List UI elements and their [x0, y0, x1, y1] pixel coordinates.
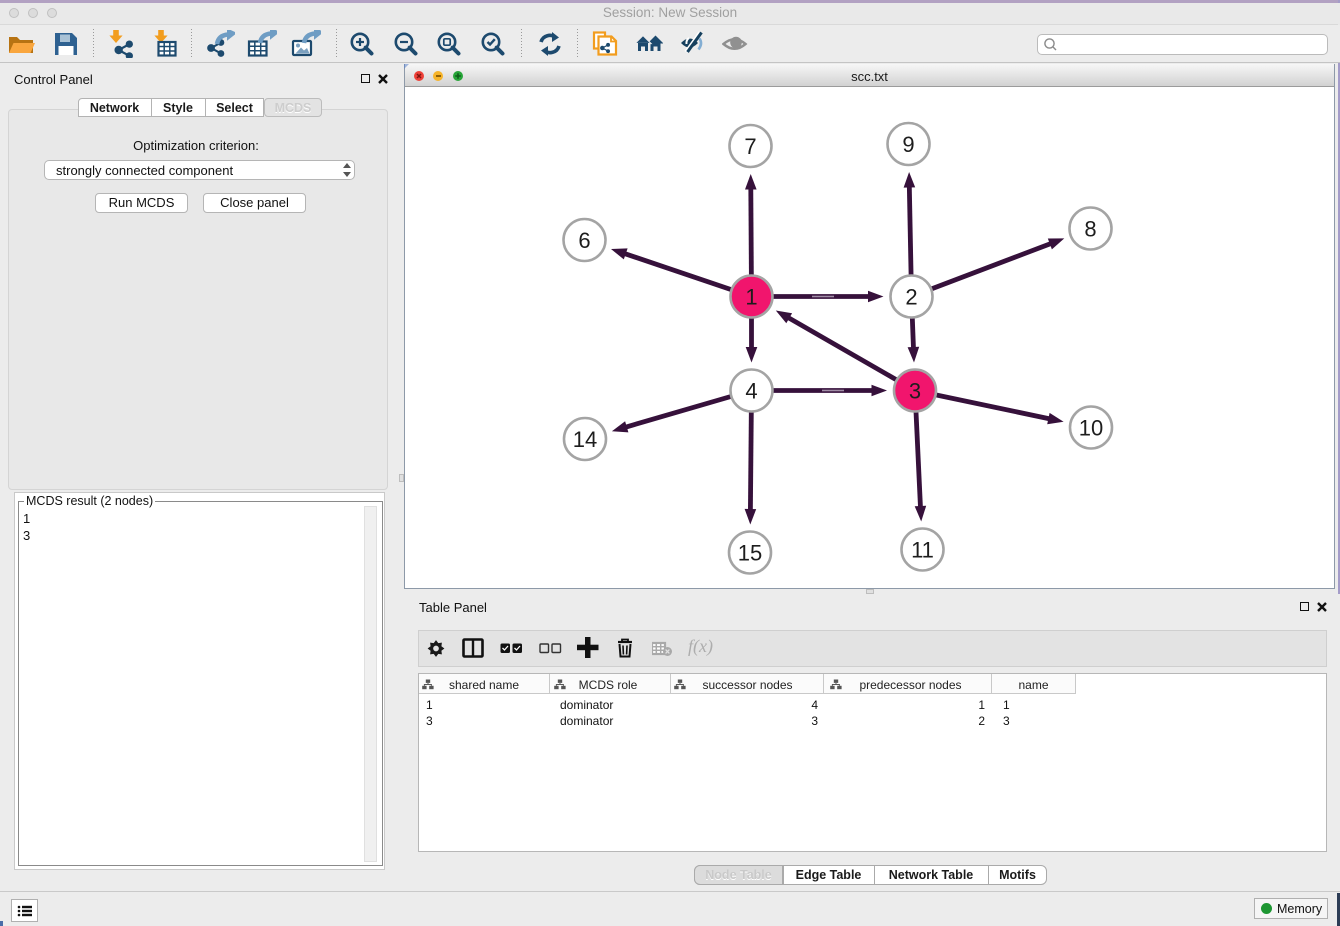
svg-text:4: 4: [745, 378, 757, 403]
svg-text:2: 2: [905, 284, 917, 309]
svg-text:8: 8: [1084, 216, 1096, 241]
svg-text:3: 3: [908, 378, 920, 403]
svg-text:9: 9: [902, 132, 914, 157]
svg-text:15: 15: [737, 540, 761, 565]
svg-text:10: 10: [1078, 415, 1102, 440]
svg-text:11: 11: [911, 537, 934, 562]
svg-text:6: 6: [578, 228, 590, 253]
svg-text:1: 1: [745, 284, 757, 309]
svg-text:7: 7: [744, 134, 756, 159]
svg-text:14: 14: [572, 427, 596, 452]
